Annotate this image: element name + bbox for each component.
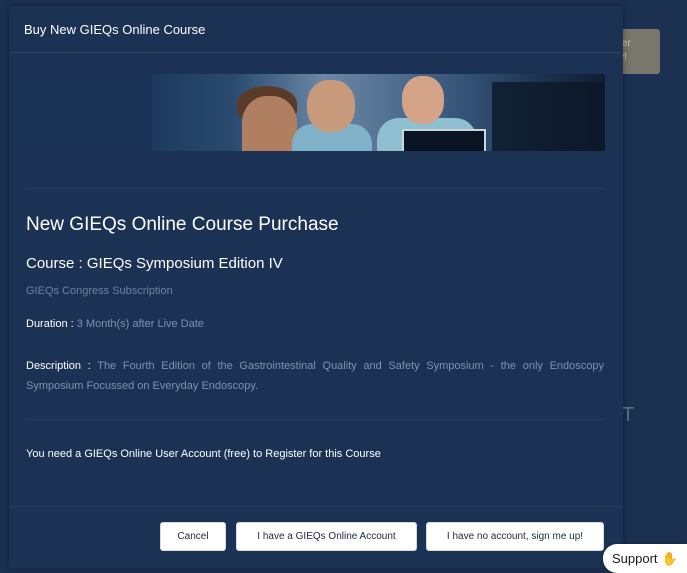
modal-header: Buy New GIEQs Online Course bbox=[9, 6, 623, 53]
background-letter: T bbox=[622, 404, 635, 426]
section-divider bbox=[25, 419, 605, 420]
support-label: Support bbox=[612, 551, 658, 566]
duration-row: Duration : 3 Month(s) after Live Date bbox=[26, 318, 204, 330]
have-account-button[interactable]: I have a GIEQs Online Account bbox=[236, 522, 417, 551]
cancel-button[interactable]: Cancel bbox=[160, 522, 226, 551]
sign-up-button[interactable]: I have no account, sign me up! bbox=[426, 522, 604, 551]
duration-value: 3 Month(s) after Live Date bbox=[73, 318, 204, 330]
course-subtitle: GIEQs Congress Subscription bbox=[26, 285, 173, 297]
duration-label: Duration : bbox=[26, 318, 74, 330]
course-title: Course : GIEQs Symposium Edition IV bbox=[26, 255, 283, 272]
section-divider bbox=[25, 188, 605, 189]
account-requirement-note: You need a GIEQs Online User Account (fr… bbox=[26, 448, 381, 460]
description-label: Description : bbox=[26, 360, 91, 372]
waving-hand-icon: ✋ bbox=[661, 550, 678, 566]
description-row: Description : The Fourth Edition of the … bbox=[26, 356, 604, 396]
support-widget-button[interactable]: Support ✋ bbox=[603, 544, 687, 573]
modal-footer-divider bbox=[9, 506, 623, 507]
description-value: The Fourth Edition of the Gastrointestin… bbox=[26, 360, 604, 392]
course-banner-image bbox=[25, 74, 605, 151]
modal-title: Buy New GIEQs Online Course bbox=[24, 21, 206, 37]
purchase-title: New GIEQs Online Course Purchase bbox=[26, 214, 339, 235]
purchase-modal: Buy New GIEQs Online Course New GIEQs On… bbox=[9, 6, 623, 568]
